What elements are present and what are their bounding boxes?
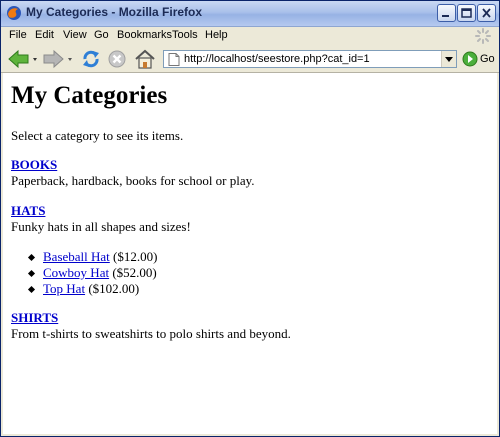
page-content: My Categories Select a category to see i… [3,73,497,434]
close-icon [482,8,491,18]
hat-items-list: Baseball Hat ($12.00) Cowboy Hat ($52.00… [23,249,157,297]
address-bar[interactable]: http://localhost/seestore.php?cat_id=1 [163,50,457,68]
menu-bookmarks[interactable]: Bookmarks [117,29,172,41]
back-button[interactable] [7,48,39,70]
bullet [27,285,36,294]
page-intro: Select a category to see its items. [11,128,184,143]
close-button[interactable] [477,4,496,22]
menu-go[interactable]: Go [94,29,109,41]
window-title: My Categories - Mozilla Firefox [26,5,203,19]
address-text: http://localhost/seestore.php?cat_id=1 [184,53,370,65]
category-link-books[interactable]: BOOKS [11,157,57,172]
menu-edit[interactable]: Edit [35,29,54,41]
bullet [27,253,36,262]
item-price: ($102.00) [88,281,140,296]
category-description: From t-shirts to sweatshirts to polo shi… [11,326,291,341]
maximize-icon [461,8,472,18]
item-link[interactable]: Top Hat [43,281,85,296]
list-item: Top Hat ($102.00) [23,281,157,297]
stop-button[interactable] [106,48,128,70]
go-arrow-icon [462,51,478,67]
title-bar[interactable]: My Categories - Mozilla Firefox [1,1,499,27]
item-link[interactable]: Baseball Hat [43,249,110,264]
home-icon [135,49,155,69]
navigation-toolbar: http://localhost/seestore.php?cat_id=1 G… [1,46,499,73]
forward-arrow-icon [43,49,72,69]
bullet [27,269,36,278]
minimize-button[interactable] [437,4,456,22]
item-link[interactable]: Cowboy Hat [43,265,109,280]
reload-icon [83,50,99,68]
item-price: ($12.00) [113,249,158,264]
home-button[interactable] [133,48,157,70]
category-description: Funky hats in all shapes and sizes! [11,219,191,234]
back-arrow-icon [8,49,37,69]
firefox-icon [7,6,21,20]
go-label: Go [480,53,495,65]
menu-bar: File Edit View Go Bookmarks Tools Help [1,27,499,45]
item-price: ($52.00) [112,265,157,280]
category-books: BOOKS Paperback, hardback, books for sch… [11,157,255,189]
throbber-icon [475,28,491,44]
category-description: Paperback, hardback, books for school or… [11,173,255,188]
forward-button[interactable] [41,48,75,70]
stop-icon [108,50,126,68]
browser-window: My Categories - Mozilla Firefox File Edi… [0,0,500,437]
chevron-down-icon [445,57,453,62]
page-heading: My Categories [11,82,168,109]
menu-help[interactable]: Help [205,29,228,41]
list-item: Cowboy Hat ($52.00) [23,265,157,281]
page-icon [168,53,180,66]
list-item: Baseball Hat ($12.00) [23,249,157,265]
menu-file[interactable]: File [9,29,27,41]
maximize-button[interactable] [457,4,476,22]
minimize-icon [442,15,449,17]
category-hats: HATS Funky hats in all shapes and sizes! [11,203,191,235]
menu-view[interactable]: View [63,29,87,41]
reload-button[interactable] [80,48,102,70]
category-shirts: SHIRTS From t-shirts to sweatshirts to p… [11,310,291,342]
menu-tools[interactable]: Tools [172,29,198,41]
address-dropdown-button[interactable] [441,51,456,67]
category-link-hats[interactable]: HATS [11,203,45,218]
category-link-shirts[interactable]: SHIRTS [11,310,58,325]
